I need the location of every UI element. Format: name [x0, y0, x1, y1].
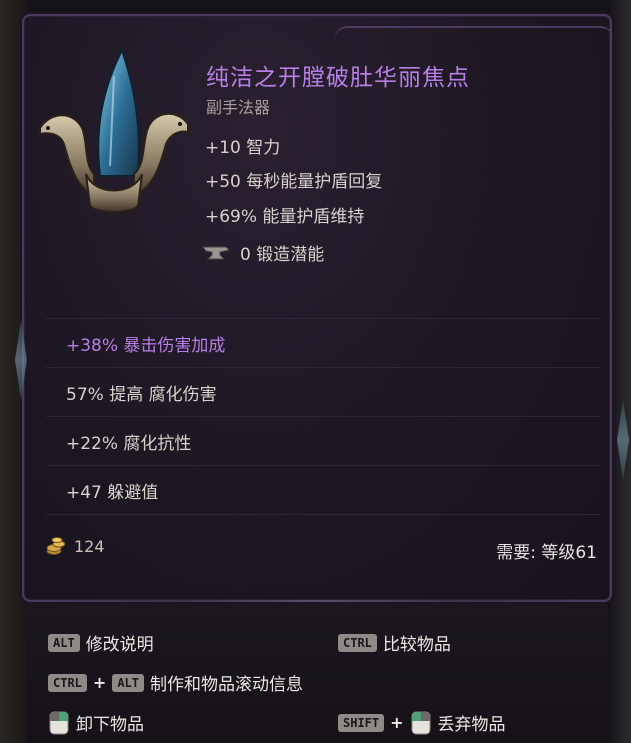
hint-discard-text: 丢弃物品 [437, 715, 506, 735]
affix-text: +38% 暴击伤害加成 [66, 336, 226, 356]
hint-ctrl-alt-craft: CTRL + ALT 制作和物品滚动信息 [48, 670, 303, 695]
mouse-right-icon [49, 711, 69, 734]
affix-list: +38% 暴击伤害加成 57% 提高 腐化伤害 +22% 腐化抗性 +47 躲避… [46, 318, 600, 515]
ctrl-key: CTRL [48, 673, 87, 692]
alt-key: ALT [48, 633, 80, 652]
implicit-stat: +10 智力 [205, 138, 281, 158]
hint-shift-discard: SHIFT + 丢弃物品 [338, 710, 506, 735]
hint-alt-modify: ALT 修改说明 [48, 630, 154, 655]
anvil-icon [202, 246, 230, 259]
mouse-left-icon [411, 711, 431, 734]
affix-row: 57% 提高 腐化伤害 [46, 367, 600, 416]
plus-sign: + [92, 673, 107, 692]
affix-text: +22% 腐化抗性 [66, 434, 192, 454]
item-focus-icon [39, 47, 189, 213]
gold-value: 124 [46, 536, 105, 556]
affix-text: +47 躲避值 [66, 483, 159, 503]
affix-row: +22% 腐化抗性 [46, 416, 600, 465]
affix-row: +38% 暴击伤害加成 [46, 318, 600, 367]
gold-coins-icon [46, 537, 66, 555]
shift-key: SHIFT [338, 713, 385, 732]
background-right-edge [611, 0, 631, 743]
implicit-stat: +50 每秒能量护盾回复 [205, 172, 383, 192]
item-title: 纯洁之开膛破肚华丽焦点 [206, 65, 470, 91]
hint-unequip: 卸下物品 [48, 710, 144, 735]
alt-key: ALT [112, 673, 144, 692]
tooltip-top-ornament [334, 26, 614, 40]
hint-modify-desc: 修改说明 [85, 635, 154, 655]
ctrl-key: CTRL [338, 633, 377, 652]
hint-unequip-text: 卸下物品 [76, 715, 144, 735]
plus-sign: + [390, 713, 404, 732]
hint-craft-scroll: 制作和物品滚动信息 [150, 675, 303, 695]
gold-amount: 124 [74, 536, 105, 556]
affix-row: +47 躲避值 [46, 465, 600, 515]
forge-potential-text: 0 锻造潜能 [240, 245, 325, 265]
level-requirement: 需要: 等级61 [496, 543, 597, 563]
implicit-stat: +69% 能量护盾维持 [205, 207, 365, 227]
item-type: 副手法器 [206, 98, 271, 117]
hint-ctrl-compare: CTRL 比较物品 [338, 630, 451, 655]
forge-potential: 0 锻造潜能 [202, 240, 324, 265]
affix-text: 57% 提高 腐化伤害 [66, 385, 217, 405]
hints-divider [26, 600, 604, 602]
hint-compare: 比较物品 [382, 635, 451, 655]
